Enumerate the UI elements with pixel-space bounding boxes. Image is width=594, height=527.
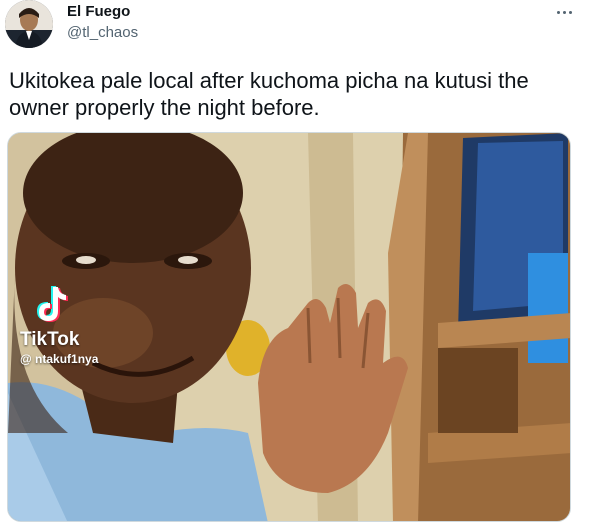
avatar[interactable] [5, 0, 53, 48]
media-video[interactable]: TikTok @ ntakuf1nya [7, 132, 571, 522]
tiktok-logo-icon [37, 286, 68, 322]
more-options-button[interactable] [552, 2, 576, 22]
display-name[interactable]: El Fuego [67, 3, 130, 20]
tweet-card: El Fuego @tl_chaos Ukitokea pale local a… [0, 0, 594, 527]
tweet-text: Ukitokea pale local after kuchoma picha … [9, 68, 529, 120]
tiktok-watermark: TikTok @ ntakuf1nya [20, 283, 98, 366]
avatar-image [5, 0, 53, 48]
tiktok-brand-label: TikTok [20, 329, 80, 350]
more-horizontal-icon [556, 10, 560, 14]
user-handle[interactable]: @tl_chaos [67, 24, 138, 41]
tiktok-username: @ ntakuf1nya [20, 352, 99, 366]
